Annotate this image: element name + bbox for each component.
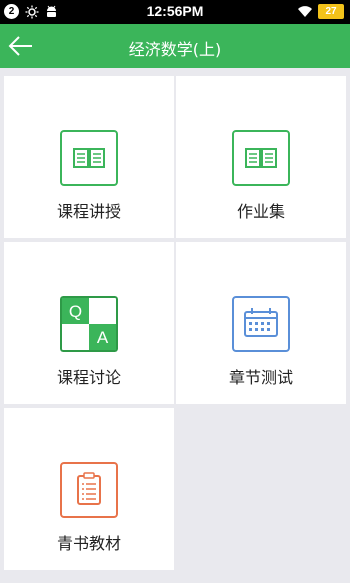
tile-label: 作业集 xyxy=(236,202,285,221)
svg-text:A: A xyxy=(97,328,109,347)
clipboard-icon xyxy=(60,462,118,518)
tile-label: 课程讨论 xyxy=(56,368,121,387)
svg-text:Q: Q xyxy=(69,302,82,321)
book-icon xyxy=(60,130,118,186)
battery-indicator: 27 xyxy=(318,4,344,19)
calendar-icon xyxy=(232,296,290,352)
wifi-icon xyxy=(298,6,312,17)
tile-course-discussion[interactable]: Q A 课程讨论 xyxy=(4,242,174,404)
tile-course-lectures[interactable]: 课程讲授 xyxy=(4,76,174,238)
status-bar: 2 12:56PM 27 xyxy=(0,0,350,24)
page-title: 经济数学(上) xyxy=(128,40,222,59)
tile-chapter-tests[interactable]: 章节测试 xyxy=(176,242,346,404)
book-icon xyxy=(232,130,290,186)
tile-textbook[interactable]: 青书教材 xyxy=(4,408,174,570)
tile-label: 青书教材 xyxy=(56,534,121,553)
tile-label: 课程讲授 xyxy=(56,202,121,221)
tile-homework[interactable]: 作业集 xyxy=(176,76,346,238)
tile-label: 章节测试 xyxy=(228,368,293,387)
qa-icon: Q A xyxy=(60,296,118,352)
nav-bar: 经济数学(上) xyxy=(0,24,350,68)
